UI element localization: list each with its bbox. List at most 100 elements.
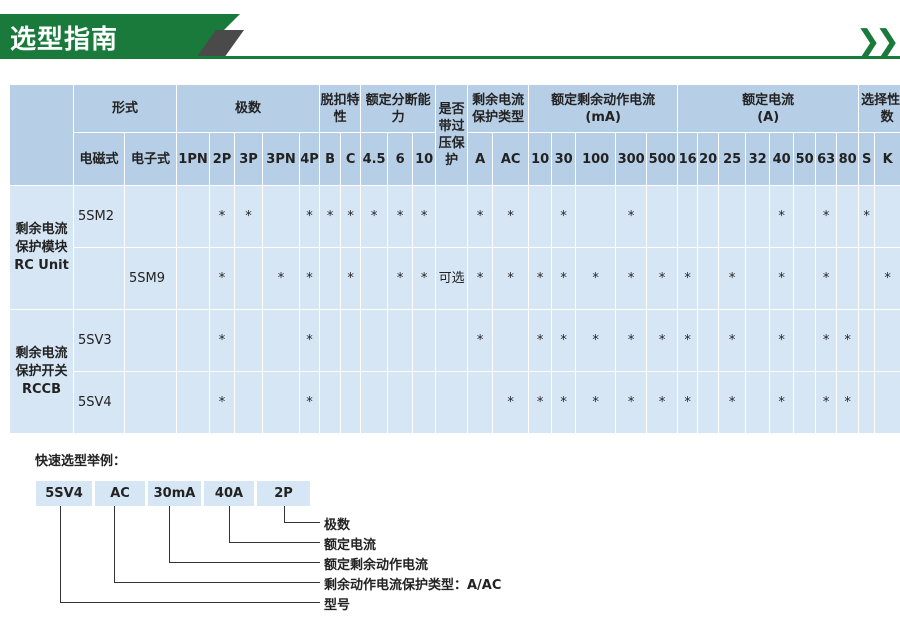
example-box-residual: 30mA (148, 481, 201, 506)
table-cell: * (492, 185, 530, 248)
table-cell: 可选 (435, 247, 469, 310)
table-cell (745, 247, 771, 310)
example-box-rcd-type: AC (95, 481, 145, 506)
table-cell (435, 371, 469, 434)
table-cell: * (615, 247, 648, 310)
table-cell: * (575, 309, 617, 372)
table-cell (319, 371, 342, 434)
table-cell: * (815, 185, 838, 248)
subheader-cell: 10 (528, 132, 553, 186)
table-cell: * (299, 185, 321, 248)
table-cell (340, 309, 362, 372)
table-row: 剩余电流保护开关RCCB 5SV3 * * * * * * * * * * * * * (9, 309, 900, 434)
table-cell (387, 371, 414, 434)
table-cell (262, 309, 301, 372)
table-cell (697, 247, 720, 310)
table-cell: * (412, 185, 437, 248)
table-cell (874, 309, 900, 372)
subheader-cell: A (467, 132, 494, 186)
table-cell: * (492, 371, 530, 434)
table-cell (793, 309, 817, 372)
subheader-cell: B (319, 132, 342, 186)
table-cell: * (874, 247, 900, 310)
label-rated-current: 额定电流 (324, 538, 377, 553)
table-cell: * (769, 247, 795, 310)
connector-line (169, 562, 320, 563)
connector-line (114, 506, 115, 583)
subheader-cell: 6 (387, 132, 414, 186)
table-cell: * (360, 185, 389, 248)
table-cell: * (551, 247, 577, 310)
corner-cell (9, 84, 74, 186)
subheader-cell: 500 (646, 132, 679, 186)
table-cell: * (528, 247, 553, 310)
connector-line (284, 522, 320, 523)
subheader-cell: S (858, 132, 876, 186)
subheader-cell: 3PN (262, 132, 301, 186)
model-electronic (123, 371, 178, 434)
table-cell: * (615, 371, 648, 434)
table-cell: * (319, 185, 342, 248)
table-cell: * (299, 309, 321, 372)
table-cell: * (209, 309, 236, 372)
table-cell: * (299, 247, 321, 310)
table-cell (176, 185, 211, 248)
subheader-cell: 20 (697, 132, 720, 186)
table-cell (793, 371, 817, 434)
table-cell: * (677, 247, 699, 310)
table-cell: * (718, 309, 747, 372)
table-cell (745, 185, 771, 248)
model-electronic (123, 309, 178, 372)
table-row: 剩余电流保护模块RC Unit5SM2**************** (9, 185, 900, 310)
table-cell (836, 185, 860, 248)
product-category: 剩余电流保护模块RC Unit (9, 185, 74, 310)
subheader-cell: 电磁式 (73, 132, 125, 186)
table-cell (360, 309, 389, 372)
table-cell (435, 185, 469, 248)
table-cell (319, 309, 342, 372)
table-cell (528, 185, 553, 248)
table-cell: * (718, 247, 747, 310)
table-cell (262, 185, 301, 248)
table-cell (234, 247, 264, 310)
col-rcd-type-header: 剩余电流保护类型 (467, 84, 530, 133)
col-form-header: 形式 (72, 84, 178, 133)
table-cell (176, 371, 211, 434)
table-cell: * (615, 309, 648, 372)
label-model: 型号 (324, 598, 351, 613)
table-cell (340, 371, 362, 434)
col-breaking-header: 额定分断能力 (360, 84, 437, 133)
table-cell: * (677, 309, 699, 372)
subheader-cell: AC (492, 132, 530, 186)
label-residual-current: 额定剩余动作电流 (324, 558, 429, 573)
table-cell: * (575, 371, 617, 434)
subheader-cell: K (874, 132, 900, 186)
subheader-cell: 40 (769, 132, 795, 186)
table-cell: * (412, 247, 437, 310)
col-select-header: 选择性参数 (858, 84, 900, 133)
subheader-cell: 30 (551, 132, 577, 186)
page-title: 选型指南 (10, 25, 119, 55)
table-cell (234, 371, 264, 434)
table-cell: * (575, 247, 617, 310)
table-cell: * (551, 309, 577, 372)
table-cell: * (299, 371, 321, 434)
subheader-cell: 4P (299, 132, 321, 186)
table-cell: * (340, 247, 362, 310)
table-cell: * (815, 371, 838, 434)
connector-line (284, 506, 285, 523)
table-cell (793, 247, 817, 310)
table-cell: * (528, 309, 553, 372)
example-box-rated: 40A (204, 481, 254, 506)
table-cell: * (209, 247, 236, 310)
table-cell (718, 185, 747, 248)
col-rated-header: 额定电流 (A) (677, 84, 860, 133)
table-cell (435, 309, 469, 372)
table-cell: * (234, 185, 264, 248)
table-cell: * (340, 185, 362, 248)
table-cell: * (528, 371, 553, 434)
table-cell: * (615, 185, 648, 248)
table-row: 5SM9******可选************* (10, 247, 900, 310)
model-electromagnetic: 5SV3 (73, 309, 125, 372)
table-cell (858, 371, 876, 434)
